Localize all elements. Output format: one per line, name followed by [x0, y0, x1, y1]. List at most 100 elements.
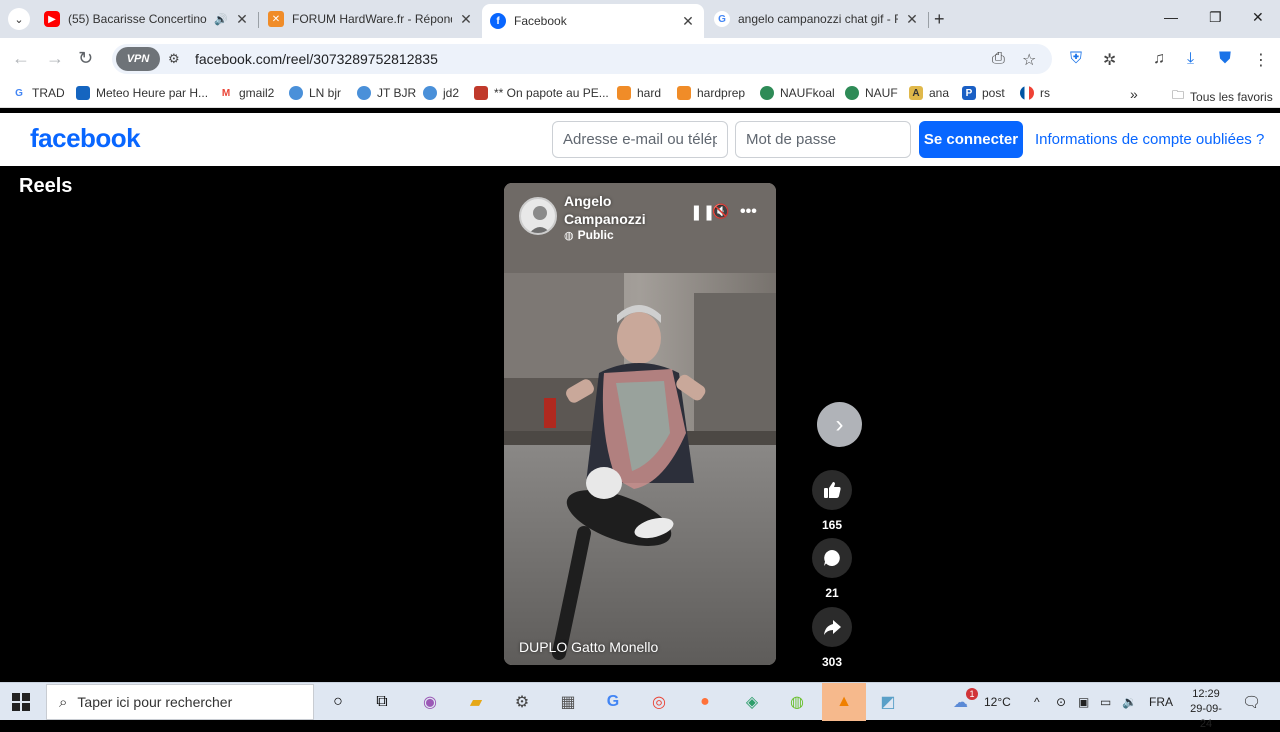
mute-icon[interactable]: 🔇 — [712, 203, 729, 220]
media-control-icon[interactable]: ♫ — [1153, 50, 1165, 68]
like-action[interactable]: 165 — [812, 470, 852, 532]
shield-extension-icon[interactable]: ⛨ — [1070, 50, 1082, 68]
vpn-badge[interactable]: VPN — [116, 47, 160, 71]
close-tab-icon[interactable]: ✕ — [904, 11, 920, 28]
next-reel-button[interactable]: › — [817, 402, 862, 447]
bookmark-nauf[interactable]: NAUF — [845, 86, 898, 100]
facebook-logo[interactable]: facebook — [30, 123, 141, 154]
taskbar-search[interactable]: ⌕ Taper ici pour rechercher — [46, 684, 314, 720]
tab-google-search[interactable]: G angelo campanozzi chat gif - Re ✕ — [706, 4, 928, 34]
bookmark-ana[interactable]: Aana — [909, 86, 949, 100]
login-button[interactable]: Se connecter — [919, 121, 1023, 158]
system-clock[interactable]: 12:29 29-09-24 — [1184, 687, 1228, 732]
menu-kebab-icon[interactable]: ⋮ — [1253, 50, 1269, 70]
thumbs-up-icon — [824, 482, 841, 498]
bookmark-meteo[interactable]: Meteo Heure par H... — [76, 86, 208, 100]
tray-app-icon[interactable]: ⊙ — [1056, 695, 1066, 709]
author-name[interactable]: Angelo Campanozzi — [564, 192, 664, 228]
forgot-account-link[interactable]: Informations de compte oubliées ? — [1035, 131, 1264, 148]
reels-title: Reels — [19, 175, 73, 197]
new-tab-button[interactable]: + — [934, 9, 945, 30]
vlc-icon[interactable]: ▲ — [832, 690, 856, 714]
google-icon: G — [12, 86, 26, 100]
more-options-icon[interactable]: ••• — [740, 203, 757, 221]
minimize-button[interactable]: — — [1164, 9, 1178, 25]
windows-start-icon[interactable] — [12, 693, 30, 711]
bookmark-gmail2[interactable]: Mgmail2 — [219, 86, 274, 100]
bookmark-star-icon[interactable]: ☆ — [1022, 50, 1036, 70]
tab-forum-hardware[interactable]: ✕ FORUM HardWare.fr - Répondre ✕ — [260, 4, 482, 34]
file-explorer-icon[interactable]: ▰ — [464, 690, 488, 714]
hardware-icon — [677, 86, 691, 100]
vpn-shield-icon[interactable]: ⛊ — [1219, 50, 1231, 68]
bookmark-hardprep[interactable]: hardprep — [677, 86, 745, 100]
extensions-icon[interactable]: ✲ — [1103, 50, 1116, 70]
notification-icon[interactable]: 🗨 — [1242, 693, 1261, 711]
google-app-icon[interactable]: G — [601, 690, 625, 714]
app-diamond-icon[interactable]: ◈ — [740, 690, 764, 714]
bookmark-post[interactable]: Ppost — [962, 86, 1005, 100]
globe-icon: ◍ — [564, 229, 574, 242]
language-indicator[interactable]: FRA — [1149, 695, 1173, 709]
tab-separator — [258, 12, 259, 28]
bookmark-ln-bjr[interactable]: LN bjr — [289, 86, 341, 100]
install-app-icon[interactable]: ⎙ — [992, 50, 1005, 68]
back-button[interactable]: ← — [12, 48, 30, 69]
bookmark-jt-bjr[interactable]: JT BJR — [357, 86, 416, 100]
url-text[interactable]: facebook.com/reel/3073289752812835 — [195, 51, 438, 67]
comment-count: 21 — [825, 586, 839, 600]
comment-action[interactable]: 21 — [812, 538, 852, 600]
globe-icon — [760, 86, 774, 100]
comment-button[interactable] — [812, 538, 852, 578]
share-button[interactable] — [812, 607, 852, 647]
password-input[interactable] — [735, 121, 911, 158]
more-bookmarks-icon[interactable]: » — [1130, 86, 1138, 102]
tray-meet-icon[interactable]: ▣ — [1078, 695, 1089, 709]
bookmark-hard[interactable]: hard — [617, 86, 661, 100]
weather-temp[interactable]: 12°C — [984, 695, 1011, 709]
tab-facebook[interactable]: f Facebook ✕ — [482, 4, 704, 38]
forward-button[interactable]: → — [46, 48, 64, 69]
volume-icon[interactable]: 🔉 — [1122, 695, 1137, 709]
weather-icon — [76, 86, 90, 100]
calculator-icon[interactable]: ▦ — [556, 690, 580, 714]
chrome-icon[interactable]: ◎ — [647, 690, 671, 714]
bookmark-jd2[interactable]: jd2 — [423, 86, 459, 100]
close-tab-icon[interactable]: ✕ — [234, 11, 250, 28]
email-input[interactable] — [552, 121, 728, 158]
task-view-icon[interactable]: ⧉ — [370, 690, 394, 714]
close-tab-icon[interactable]: ✕ — [458, 11, 474, 28]
reload-button[interactable]: ↻ — [78, 48, 93, 69]
download-icon[interactable]: ⤓ — [1187, 50, 1194, 68]
like-count: 165 — [821, 518, 843, 532]
settings-gear-icon[interactable]: ⚙ — [510, 690, 534, 714]
reel-video[interactable]: Angelo Campanozzi ◍ Public ❚❚ 🔇 ••• DUPL… — [504, 183, 776, 665]
speaker-icon[interactable]: 🔊 — [214, 13, 228, 26]
firefox-icon[interactable]: ● — [693, 690, 717, 714]
all-bookmarks[interactable]: 🗀 Tous les favoris — [1172, 86, 1273, 107]
blue-app-icon[interactable]: ◩ — [876, 690, 900, 714]
close-tab-icon[interactable]: ✕ — [680, 13, 696, 30]
bookmark-on-papote[interactable]: ** On papote au PE... — [474, 86, 609, 100]
cortana-icon[interactable]: ○ — [326, 690, 350, 714]
like-button[interactable] — [812, 470, 852, 510]
bookmark-rs[interactable]: rs — [1020, 86, 1050, 100]
maximize-button[interactable]: ❐ — [1209, 9, 1222, 26]
green-app-icon[interactable]: ◍ — [785, 690, 809, 714]
app-circle-icon[interactable]: ◉ — [418, 690, 442, 714]
author-avatar[interactable] — [519, 197, 557, 235]
close-window-button[interactable]: ✕ — [1252, 9, 1264, 26]
tab-search-icon[interactable]: ⌄ — [8, 8, 30, 30]
tab-youtube[interactable]: ▶ (55) Bacarisse Concertino pour 🔊 ✕ — [36, 4, 258, 34]
reel-caption[interactable]: DUPLO Gatto Monello — [519, 639, 658, 655]
site-info-icon[interactable]: ⚙ — [168, 51, 180, 67]
facebook-icon: f — [490, 13, 506, 29]
bookmark-naufkoal[interactable]: NAUFkoal — [760, 86, 835, 100]
bookmark-trad[interactable]: G TRAD — [12, 86, 65, 100]
chevron-right-icon: › — [835, 410, 844, 438]
network-icon[interactable]: ▭ — [1100, 695, 1111, 709]
tray-chevron-up-icon[interactable]: ^ — [1034, 695, 1040, 709]
share-action[interactable]: 303 — [812, 607, 852, 669]
reels-page: Reels Angelo Campanozzi ◍ Public ❚❚ 🔇 ••… — [0, 166, 1280, 682]
tab-strip: ⌄ ▶ (55) Bacarisse Concertino pour 🔊 ✕ ✕… — [0, 0, 1280, 38]
